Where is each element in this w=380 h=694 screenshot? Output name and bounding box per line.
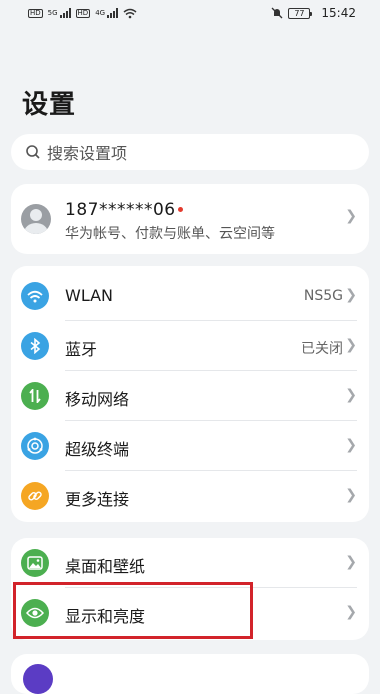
page-title: 设置: [22, 90, 77, 120]
settings-item-label: 桌面和壁纸: [65, 557, 146, 576]
hd-badge-2: HD: [75, 8, 91, 18]
settings-item-wallpaper[interactable]: 桌面和壁纸 ❯: [11, 538, 369, 588]
search-icon: [26, 145, 40, 159]
wallpaper-icon: [21, 549, 49, 577]
settings-item-value: 已关闭: [301, 341, 343, 357]
settings-item-label: 更多连接: [65, 490, 130, 509]
mobile-network-icon: [21, 382, 49, 410]
clock: 15:42: [321, 6, 356, 20]
account-name: 187******06: [65, 200, 176, 220]
signal-icon-1: [59, 8, 71, 18]
network-type-1: 5G: [47, 9, 58, 17]
chevron-right-icon: ❯: [345, 387, 357, 403]
bluetooth-icon: [21, 332, 49, 360]
chevron-right-icon: ❯: [345, 437, 357, 453]
chevron-right-icon: ❯: [345, 554, 357, 570]
status-bar: HD 5G HD 4G 77 15:42: [0, 0, 380, 26]
notification-dot: [178, 207, 183, 212]
signal-icon-2: [107, 8, 119, 18]
battery-icon: 77: [288, 7, 313, 19]
app-icon: [23, 664, 53, 694]
battery-level: 77: [294, 8, 305, 18]
chevron-right-icon: ❯: [345, 604, 357, 620]
account-card[interactable]: 187******06 华为帐号、付款与账单、云空间等 ❯: [11, 184, 369, 254]
settings-item-label: WLAN: [65, 286, 114, 305]
chevron-right-icon: ❯: [345, 337, 357, 353]
account-subtitle: 华为帐号、付款与账单、云空间等: [65, 226, 275, 242]
network-type-2: 4G: [95, 9, 106, 17]
wifi-icon: [21, 282, 49, 310]
avatar: [21, 204, 51, 234]
search-input[interactable]: 搜索设置项: [11, 134, 369, 170]
chevron-right-icon: ❯: [345, 208, 357, 224]
settings-item-more-connections[interactable]: 更多连接 ❯: [11, 471, 369, 521]
search-placeholder: 搜索设置项: [47, 144, 128, 163]
mute-bell-icon: [271, 7, 283, 19]
settings-item-wlan[interactable]: WLAN NS5G ❯: [11, 271, 369, 321]
settings-item-mobile-network[interactable]: 移动网络 ❯: [11, 371, 369, 421]
next-group-partial: [11, 654, 369, 694]
connectivity-group: WLAN NS5G ❯ 蓝牙 已关闭 ❯ 移动网络 ❯ 超级终端 ❯ 更多连接 …: [11, 266, 369, 522]
link-icon: [21, 482, 49, 510]
chevron-right-icon: ❯: [345, 287, 357, 303]
settings-item-label: 超级终端: [65, 440, 130, 459]
hd-badge-1: HD: [28, 8, 43, 18]
settings-item-super-device[interactable]: 超级终端 ❯: [11, 421, 369, 471]
settings-item-label: 蓝牙: [65, 340, 98, 359]
settings-item-label: 移动网络: [65, 390, 130, 409]
chevron-right-icon: ❯: [345, 487, 357, 503]
highlight-annotation: [13, 582, 253, 639]
wifi-status-icon: [123, 8, 137, 18]
super-device-icon: [21, 432, 49, 460]
settings-item-value: NS5G: [303, 288, 343, 304]
settings-item-bluetooth[interactable]: 蓝牙 已关闭 ❯: [11, 321, 369, 371]
